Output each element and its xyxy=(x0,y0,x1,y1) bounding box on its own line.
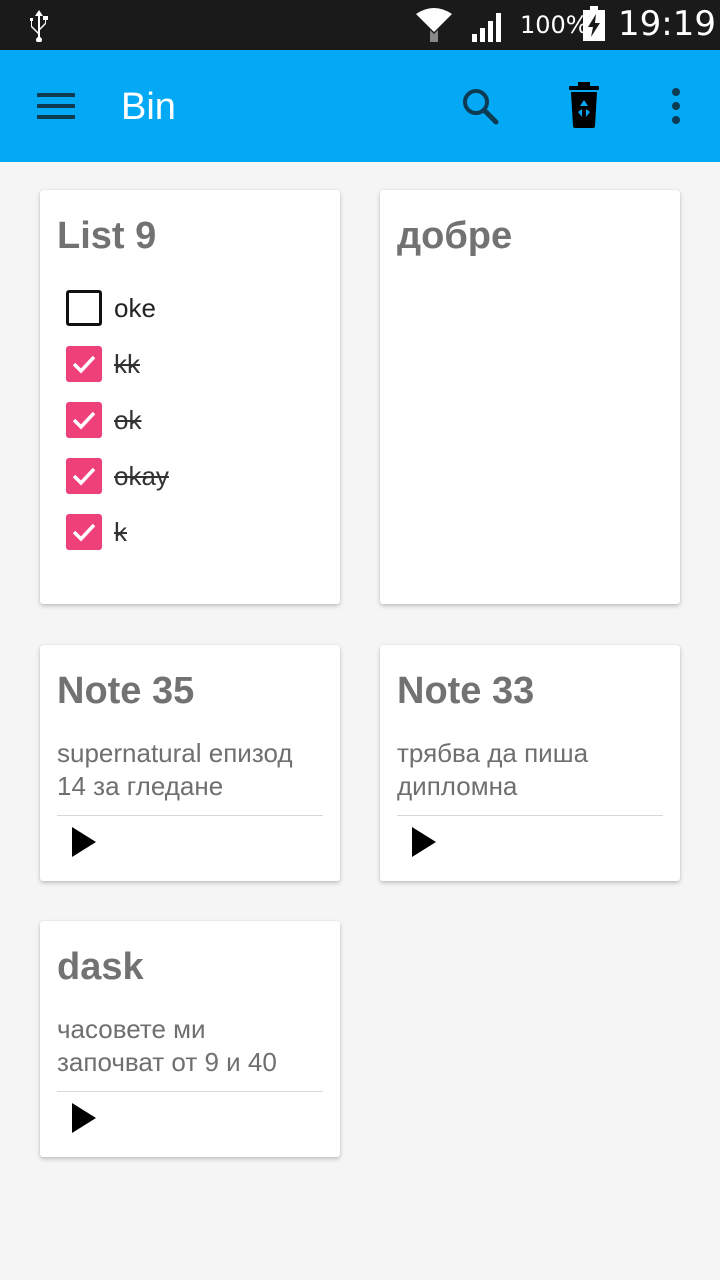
menu-icon[interactable] xyxy=(28,82,84,130)
status-bar: 100% 19:19 xyxy=(0,0,720,50)
card-title: dask xyxy=(57,946,144,988)
clock: 19:19 xyxy=(618,4,716,44)
card-title: Note 33 xyxy=(397,670,535,712)
card-body-line: 14 за гледане xyxy=(57,771,224,801)
checklist-item-label: kk xyxy=(114,349,140,379)
play-icon[interactable] xyxy=(70,825,100,859)
divider xyxy=(57,815,323,816)
checklist-item[interactable]: kk xyxy=(66,344,326,384)
card-body-line: дипломна xyxy=(397,771,518,801)
checkbox-checked[interactable] xyxy=(66,402,102,438)
card-body: supernatural епизод 14 за гледане xyxy=(57,737,327,803)
search-icon[interactable] xyxy=(454,80,506,132)
divider xyxy=(57,1091,323,1092)
checkbox-checked[interactable] xyxy=(66,346,102,382)
checklist-item[interactable]: k xyxy=(66,512,326,552)
note-card-list-9[interactable]: List 9 oke kk ok okay k xyxy=(40,190,340,604)
checkmark-icon xyxy=(72,411,96,430)
card-title: List 9 xyxy=(57,215,157,257)
signal-icon xyxy=(472,13,501,42)
card-body-line: започват от 9 и 40 xyxy=(57,1047,277,1077)
checklist-item-label: k xyxy=(114,517,127,547)
note-card-note-35[interactable]: Note 35 supernatural епизод 14 за гледан… xyxy=(40,645,340,881)
battery-percent: 100% xyxy=(520,11,589,39)
checkbox-unchecked[interactable] xyxy=(66,290,102,326)
checklist-item[interactable]: okay xyxy=(66,456,326,496)
checkmark-icon xyxy=(72,355,96,374)
more-vert-icon[interactable] xyxy=(660,80,692,132)
usb-icon xyxy=(30,10,48,42)
checklist-item-label: ok xyxy=(114,405,142,435)
play-icon[interactable] xyxy=(70,1101,100,1135)
note-card-dask[interactable]: dask часовете ми започват от 9 и 40 xyxy=(40,921,340,1157)
checkbox-checked[interactable] xyxy=(66,514,102,550)
card-body-line: часовете ми xyxy=(57,1014,206,1044)
card-body-line: supernatural епизод xyxy=(57,738,293,768)
checklist-item-label: okay xyxy=(114,461,169,491)
battery-charging-icon xyxy=(583,6,605,41)
play-icon[interactable] xyxy=(410,825,440,859)
checkmark-icon xyxy=(72,523,96,542)
checkbox-checked[interactable] xyxy=(66,458,102,494)
card-body-line: трябва да пиша xyxy=(397,738,589,768)
note-card-note-33[interactable]: Note 33 трябва да пиша дипломна xyxy=(380,645,680,881)
card-body: часовете ми започват от 9 и 40 xyxy=(57,1013,327,1079)
app-bar: Bin xyxy=(0,50,720,162)
checklist-item[interactable]: ok xyxy=(66,400,326,440)
note-card-dobre[interactable]: добре xyxy=(380,190,680,604)
card-body: трябва да пиша дипломна xyxy=(397,737,667,803)
checkmark-icon xyxy=(72,467,96,486)
divider xyxy=(397,815,663,816)
checklist-item-label: oke xyxy=(114,293,156,323)
page-title: Bin xyxy=(121,86,176,128)
card-title: Note 35 xyxy=(57,670,195,712)
checklist-item[interactable]: oke xyxy=(66,288,326,328)
card-title: добре xyxy=(397,215,513,257)
wifi-icon xyxy=(416,8,452,42)
recycle-bin-icon[interactable] xyxy=(560,78,608,134)
